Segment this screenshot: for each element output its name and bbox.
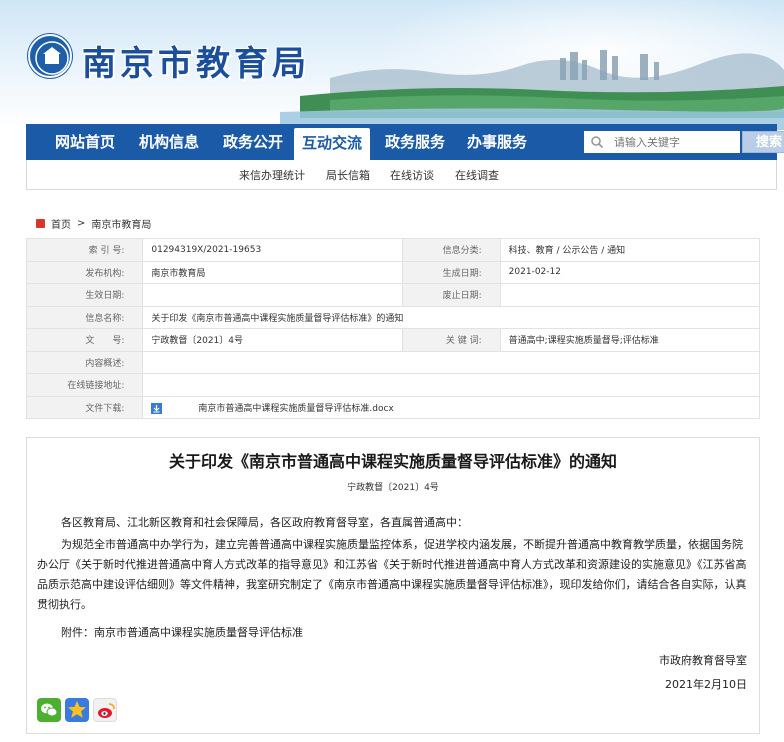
subnav-item-online-survey[interactable]: 在线调查 — [455, 167, 499, 183]
subnav-item-letter-statistics[interactable]: 来信办理统计 — [239, 167, 305, 183]
table-row: 内容概述: — [25, 350, 760, 374]
summary-label: 内容概述: — [25, 350, 144, 374]
sub-navigation: 来信办理统计 局长信箱 在线访谈 在线调查 — [26, 160, 777, 190]
breadcrumb: 首页 > 南京市教育局 — [36, 216, 151, 231]
created-date-value: 2021-02-12 — [499, 260, 761, 284]
keywords-value: 普通高中;课程实施质量督导;评估标准 — [499, 328, 761, 352]
table-row: 生效日期: 废止日期: — [25, 283, 761, 307]
search-icon — [591, 136, 604, 149]
home-icon — [36, 219, 45, 228]
info-name-label: 信息名称: — [25, 305, 144, 329]
article-doc-number: 宁政教督〔2021〕4号 — [347, 483, 439, 493]
publisher-value: 南京市教育局 — [142, 260, 403, 284]
article-content: 关于印发《南京市普通高中课程实施质量督导评估标准》的通知 宁政教督〔2021〕4… — [26, 437, 760, 734]
table-row: 发布机构: 南京市教育局 生成日期: 2021-02-12 — [25, 260, 761, 284]
summary-value — [142, 350, 760, 374]
effective-date-label: 生效日期: — [25, 283, 144, 307]
repeal-date-value — [499, 283, 761, 307]
table-row: 信息名称: 关于印发《南京市普通高中课程实施质量督导评估标准》的通知 — [25, 305, 760, 329]
doc-number-label: 文 号: — [25, 328, 144, 352]
created-date-label: 生成日期: — [401, 260, 501, 284]
main-navigation: 网站首页 机构信息 政务公开 互动交流 政务服务 办事服务 搜索 — [26, 124, 784, 160]
breadcrumb-current[interactable]: 南京市教育局 — [91, 216, 151, 231]
education-bureau-logo[interactable] — [28, 34, 72, 78]
site-title[interactable]: 南京市教育局 — [82, 36, 310, 85]
nav-item-interaction[interactable]: 互动交流 — [294, 128, 370, 160]
wechat-icon — [41, 703, 58, 717]
category-label: 信息分类: — [401, 238, 501, 262]
table-row: 在线链接地址: — [25, 373, 760, 397]
table-row: 文件下载: 南京市普通高中课程实施质量督导评估标准.docx — [25, 395, 760, 419]
effective-date-value — [142, 283, 403, 307]
download-icon[interactable] — [151, 402, 163, 414]
repeal-date-label: 废止日期: — [401, 283, 501, 307]
nav-item-home[interactable]: 网站首页 — [46, 124, 124, 160]
share-buttons — [37, 698, 117, 722]
article-attachment[interactable]: 附件：南京市普通高中课程实施质量督导评估标准 — [37, 623, 749, 643]
qzone-share-button[interactable] — [65, 698, 89, 722]
search-input[interactable] — [584, 131, 740, 153]
category-value: 科技、教育 / 公示公告 / 通知 — [499, 238, 761, 262]
article-title: 关于印发《南京市普通高中课程实施质量督导评估标准》的通知 — [168, 452, 617, 471]
index-number-value: 01294319X/2021-19653 — [142, 238, 403, 262]
header-banner: 南京市教育局 — [0, 0, 784, 130]
wechat-share-button[interactable] — [37, 698, 61, 722]
online-link-value — [142, 373, 760, 397]
nav-item-organization[interactable]: 机构信息 — [130, 124, 208, 160]
nav-item-government-affairs[interactable]: 政务公开 — [214, 124, 292, 160]
keywords-label: 关 键 词: — [401, 328, 501, 352]
weibo-icon — [98, 703, 115, 718]
article-signer: 市政府教育督导室 — [659, 654, 747, 667]
subnav-item-online-interview[interactable]: 在线访谈 — [390, 167, 434, 183]
subnav-item-director-mailbox[interactable]: 局长信箱 — [326, 167, 370, 183]
publisher-label: 发布机构: — [25, 260, 144, 284]
nav-item-government-services[interactable]: 政务服务 — [376, 124, 454, 160]
download-file-link[interactable]: 南京市普通高中课程实施质量督导评估标准.docx — [198, 404, 393, 414]
search-button[interactable]: 搜索 — [742, 131, 784, 153]
table-row: 索 引 号: 01294319X/2021-19653 信息分类: 科技、教育 … — [25, 238, 761, 262]
article-body: 为规范全市普通高中办学行为，建立完善普通高中课程实施质量监控体系，促进学校内涵发… — [37, 538, 747, 611]
doc-number-value: 宁政教督〔2021〕4号 — [142, 328, 403, 352]
file-download-cell: 南京市普通高中课程实施质量督导评估标准.docx — [142, 395, 760, 419]
weibo-share-button[interactable] — [93, 698, 117, 722]
breadcrumb-separator: > — [77, 218, 86, 229]
qzone-icon — [68, 701, 86, 718]
index-number-label: 索 引 号: — [25, 238, 144, 262]
nav-item-affairs-services[interactable]: 办事服务 — [458, 124, 536, 160]
article-date: 2021年2月10日 — [665, 678, 747, 691]
document-info-table: 索 引 号: 01294319X/2021-19653 信息分类: 科技、教育 … — [25, 238, 761, 419]
table-row: 文 号: 宁政教督〔2021〕4号 关 键 词: 普通高中;课程实施质量督导;评… — [25, 328, 761, 352]
breadcrumb-home[interactable]: 首页 — [51, 216, 71, 231]
online-link-label: 在线链接地址: — [25, 373, 144, 397]
article-salutation: 各区教育局、江北新区教育和社会保障局，各区政府教育督导室，各直属普通高中： — [61, 516, 468, 529]
file-download-label: 文件下载: — [25, 395, 144, 419]
info-name-value: 关于印发《南京市普通高中课程实施质量督导评估标准》的通知 — [142, 305, 760, 329]
